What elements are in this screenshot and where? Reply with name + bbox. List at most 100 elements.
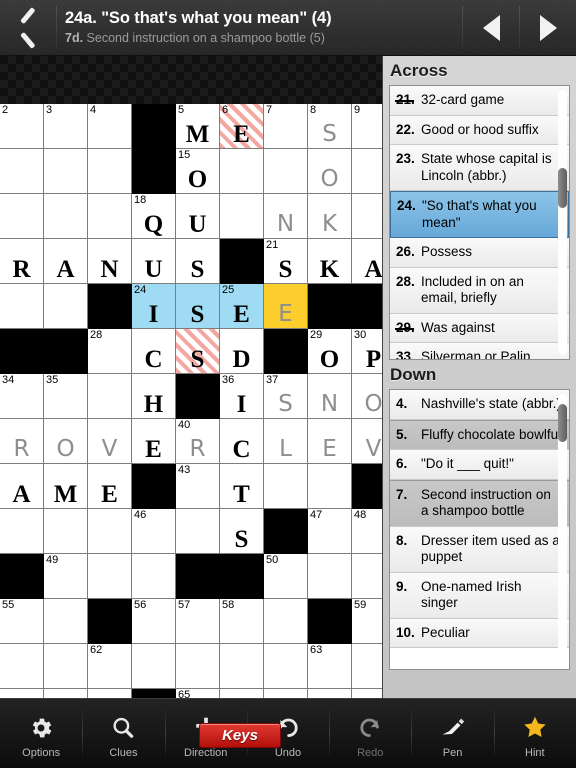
grid-cell[interactable]: 15 O <box>176 149 220 194</box>
grid-cell[interactable] <box>308 464 352 509</box>
crossword-grid[interactable]: 2345M6E78S915OO18QUNK19ARANUS21SKAT24IS2… <box>0 104 440 768</box>
down-clue-item[interactable]: 4. Nashville's state (abbr.) <box>390 390 569 420</box>
grid-cell[interactable]: S <box>176 239 220 284</box>
grid-cell[interactable] <box>132 644 176 689</box>
grid-cell[interactable] <box>176 509 220 554</box>
grid-cell[interactable]: E <box>308 419 352 464</box>
across-clue-item[interactable]: 28. Included in on an email, briefly <box>390 267 569 314</box>
grid-cell[interactable] <box>88 194 132 239</box>
grid-cell[interactable]: R <box>0 239 44 284</box>
grid-cell[interactable] <box>88 374 132 419</box>
grid-cell[interactable]: 50 <box>264 554 308 599</box>
across-clue-item[interactable]: 22. Good or hood suffix <box>390 115 569 145</box>
across-clue-list[interactable]: 21. 32-card game 22. Good or hood suffix 23.… <box>389 85 570 360</box>
grid-cell[interactable]: 34 <box>0 374 44 419</box>
toolbar-options-button[interactable]: Options <box>0 699 82 768</box>
grid-cell[interactable]: N <box>264 194 308 239</box>
grid-cell[interactable]: U <box>176 194 220 239</box>
across-clue-item[interactable]: 33. Silverman or Palin <box>390 343 569 359</box>
crossword-grid-wrapper[interactable]: 2345M6E78S915OO18QUNK19ARANUS21SKAT24IS2… <box>0 104 440 768</box>
grid-cell[interactable] <box>88 554 132 599</box>
prev-clue-button[interactable] <box>463 0 519 55</box>
grid-cell[interactable]: M <box>44 464 88 509</box>
grid-cell[interactable]: 40 R <box>176 419 220 464</box>
grid-cell[interactable]: 47 <box>308 509 352 554</box>
grid-cell[interactable]: R <box>0 419 44 464</box>
grid-cell[interactable]: L <box>264 419 308 464</box>
grid-cell[interactable]: O <box>308 149 352 194</box>
grid-cell[interactable]: 21 S <box>264 239 308 284</box>
grid-cell[interactable] <box>0 644 44 689</box>
grid-cell[interactable] <box>88 149 132 194</box>
grid-cell[interactable] <box>44 599 88 644</box>
grid-cell[interactable]: C <box>132 329 176 374</box>
grid-cell[interactable] <box>0 284 44 329</box>
grid-cell[interactable] <box>44 509 88 554</box>
grid-cell[interactable] <box>88 509 132 554</box>
grid-cell[interactable] <box>264 149 308 194</box>
grid-cell[interactable]: 57 <box>176 599 220 644</box>
grid-cell[interactable] <box>176 644 220 689</box>
across-scrollbar[interactable] <box>558 90 567 355</box>
grid-cell[interactable] <box>308 554 352 599</box>
grid-cell[interactable] <box>0 194 44 239</box>
next-clue-button[interactable] <box>520 0 576 55</box>
across-clue-item[interactable]: 29. Was against <box>390 313 569 343</box>
toolbar-hint-button[interactable]: Hint <box>493 699 576 768</box>
grid-cell[interactable]: 35 <box>44 374 88 419</box>
grid-cell[interactable]: K <box>308 194 352 239</box>
grid-cell[interactable] <box>44 194 88 239</box>
grid-cell[interactable] <box>132 554 176 599</box>
toolbar-redo-button[interactable]: Redo <box>329 699 411 768</box>
down-clue-item[interactable]: 5. Fluffy chocolate bowlful <box>390 419 569 450</box>
grid-cell[interactable] <box>0 509 44 554</box>
grid-cell[interactable]: A <box>0 464 44 509</box>
grid-cell[interactable]: N <box>88 239 132 284</box>
current-clue-display[interactable]: 24a. "So that's what you mean" (4) 7d. S… <box>57 0 462 55</box>
grid-cell[interactable] <box>220 194 264 239</box>
grid-cell[interactable]: 29 O <box>308 329 352 374</box>
grid-cell[interactable] <box>44 149 88 194</box>
down-scrollbar[interactable] <box>558 394 567 665</box>
down-clue-list[interactable]: 4. Nashville's state (abbr.) 5. Fluffy choc… <box>389 389 570 670</box>
grid-cell[interactable]: 28 <box>88 329 132 374</box>
across-clue-item[interactable]: 23. State whose capital is Lincoln (abbr.… <box>390 145 569 191</box>
across-clue-item[interactable]: 24. "So that's what you mean" <box>390 191 569 238</box>
grid-cell[interactable]: 55 <box>0 599 44 644</box>
down-clue-item[interactable]: 6. "Do it ___ quit!" <box>390 450 569 480</box>
grid-cell[interactable]: 5M <box>176 104 220 149</box>
grid-cell[interactable] <box>220 644 264 689</box>
toolbar-clues-button[interactable]: Clues <box>82 699 164 768</box>
grid-cell[interactable]: 3 <box>44 104 88 149</box>
grid-cell[interactable]: 2 <box>0 104 44 149</box>
grid-cell[interactable]: N <box>308 374 352 419</box>
grid-cell[interactable]: 56 <box>132 599 176 644</box>
grid-cell[interactable]: 4 <box>88 104 132 149</box>
grid-cell[interactable]: E <box>88 464 132 509</box>
grid-cell[interactable] <box>264 599 308 644</box>
grid-cell[interactable]: 58 <box>220 599 264 644</box>
down-clue-item[interactable]: 8. Dresser item used as a puppet <box>390 526 569 573</box>
grid-cell[interactable]: 6E <box>220 104 264 149</box>
grid-cell[interactable]: 25 E <box>220 284 264 329</box>
back-button[interactable] <box>0 0 56 55</box>
across-clue-item[interactable]: 21. 32-card game <box>390 86 569 116</box>
grid-cell[interactable]: H <box>132 374 176 419</box>
grid-cell[interactable]: 43 <box>176 464 220 509</box>
across-clue-item[interactable]: 26. Possess <box>390 238 569 268</box>
grid-cell[interactable]: 24 I <box>132 284 176 329</box>
down-clue-item[interactable]: 10. Peculiar <box>390 618 569 648</box>
grid-cell[interactable]: 49 <box>44 554 88 599</box>
grid-cell[interactable]: 46 <box>132 509 176 554</box>
grid-cell[interactable]: T <box>220 464 264 509</box>
grid-cell[interactable]: U <box>132 239 176 284</box>
grid-cell[interactable] <box>264 464 308 509</box>
grid-cell[interactable]: E <box>132 419 176 464</box>
grid-cell[interactable]: C <box>220 419 264 464</box>
grid-cell[interactable]: 7 <box>264 104 308 149</box>
grid-cell[interactable]: O <box>44 419 88 464</box>
grid-cell[interactable]: 62 <box>88 644 132 689</box>
grid-cell[interactable]: 37 S <box>264 374 308 419</box>
grid-cell[interactable]: 8S <box>308 104 352 149</box>
grid-cell[interactable]: D <box>220 329 264 374</box>
